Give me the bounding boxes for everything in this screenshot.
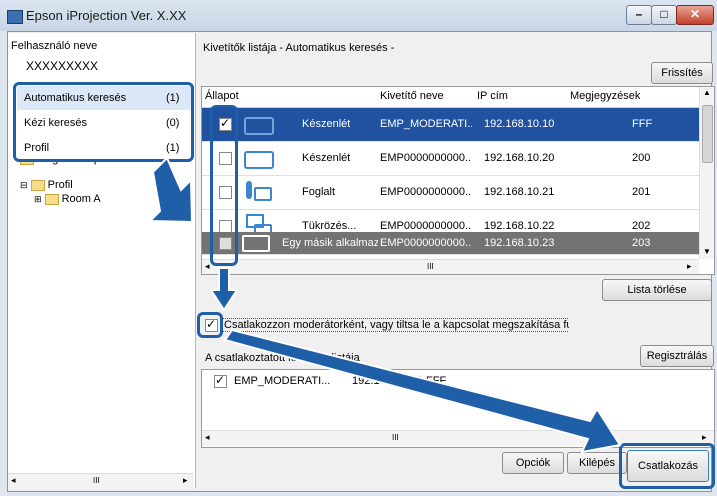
application-window: Epson iProjection Ver. X.XX – □ ✕ Felhas… [0, 0, 717, 496]
arrow-to-connect [223, 328, 622, 454]
arrow-to-checkboxes [147, 156, 194, 224]
instruction-arrows [147, 156, 622, 454]
arrow-to-moderator [209, 267, 239, 312]
